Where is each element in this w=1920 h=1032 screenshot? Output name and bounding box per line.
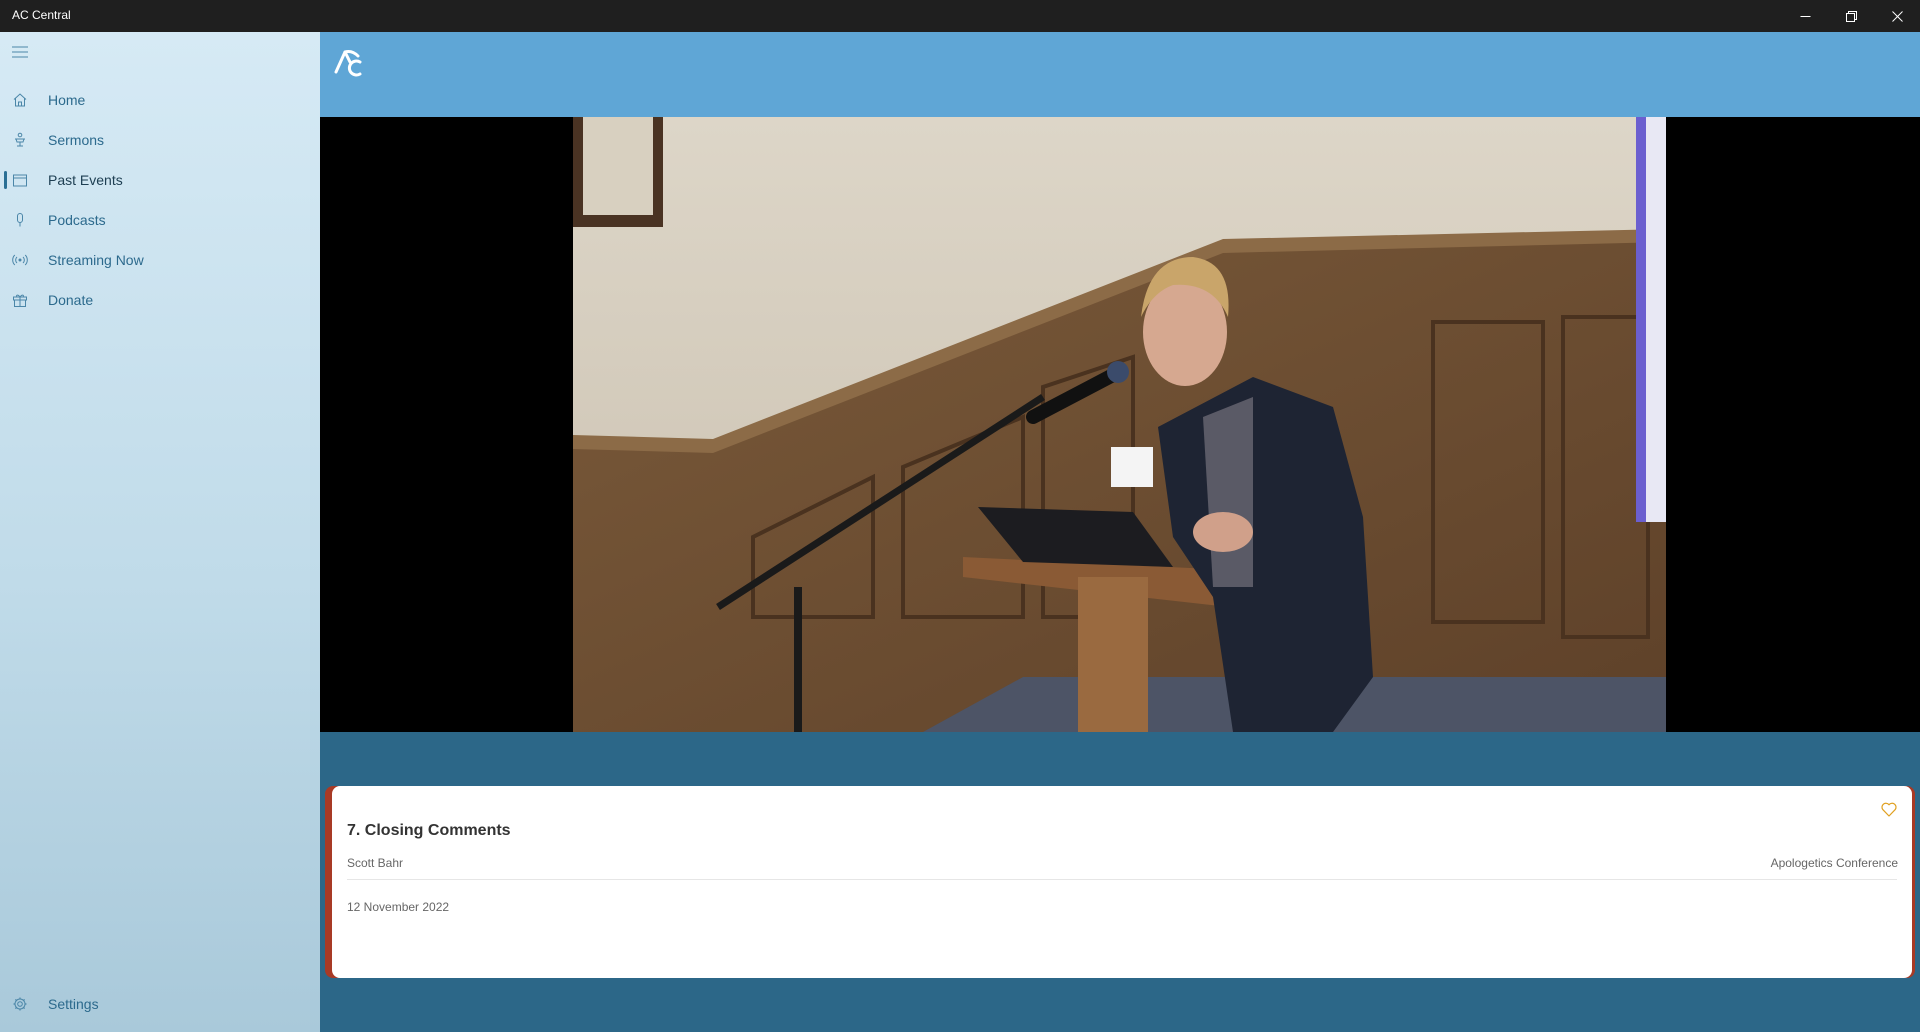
minimize-button[interactable]	[1782, 0, 1828, 32]
sidebar-item-past-events[interactable]: Past Events	[0, 160, 320, 200]
sidebar-item-podcasts[interactable]: Podcasts	[0, 200, 320, 240]
event-speaker: Scott Bahr	[347, 856, 404, 870]
favorite-button[interactable]	[1878, 798, 1900, 820]
close-icon	[1891, 10, 1903, 22]
gear-icon	[10, 994, 30, 1014]
sidebar-item-home[interactable]: Home	[0, 80, 320, 120]
app-header	[320, 32, 1920, 117]
hamburger-icon	[12, 46, 28, 58]
sidebar-item-donate[interactable]: Donate	[0, 280, 320, 320]
event-conference: Apologetics Conference	[1770, 856, 1898, 870]
sidebar-item-label: Donate	[48, 292, 94, 308]
pulpit-icon	[10, 130, 30, 150]
sidebar-item-label: Podcasts	[48, 212, 106, 228]
sidebar-item-sermons[interactable]: Sermons	[0, 120, 320, 160]
event-date: 12 November 2022	[347, 900, 450, 914]
title-bar: AC Central	[0, 0, 1920, 32]
sidebar-item-settings[interactable]: Settings	[0, 984, 320, 1024]
sidebar-item-label: Settings	[48, 996, 99, 1012]
restore-icon	[1845, 10, 1857, 22]
event-card[interactable]: 7. Closing Comments Scott Bahr Apologeti…	[332, 786, 1912, 978]
sidebar-item-label: Past Events	[48, 172, 123, 188]
minimize-icon	[1800, 15, 1810, 17]
sidebar-item-label: Home	[48, 92, 86, 108]
speaker-at-podium-image	[573, 117, 1666, 732]
microphone-icon	[10, 210, 30, 230]
sidebar-item-streaming-now[interactable]: Streaming Now	[0, 240, 320, 280]
home-icon	[10, 90, 30, 110]
restore-button[interactable]	[1828, 0, 1874, 32]
sidebar-item-label: Sermons	[48, 132, 105, 148]
sidebar: Home Sermons Past Events Podcasts Stream…	[0, 32, 320, 1032]
menu-toggle-button[interactable]	[10, 42, 30, 62]
heart-icon	[1881, 802, 1897, 817]
broadcast-icon	[10, 250, 30, 270]
sidebar-item-label: Streaming Now	[48, 252, 144, 268]
event-title: 7. Closing Comments	[347, 822, 511, 839]
calendar-icon	[10, 170, 30, 190]
gift-icon	[10, 290, 30, 310]
ac-logo[interactable]	[332, 44, 368, 80]
video-frame[interactable]	[573, 117, 1666, 732]
selection-indicator	[4, 171, 7, 189]
divider	[347, 879, 1897, 880]
window-title: AC Central	[12, 8, 71, 22]
content-area: 7. Closing Comments Scott Bahr Apologeti…	[320, 732, 1920, 1032]
video-player[interactable]	[320, 117, 1920, 732]
close-button[interactable]	[1874, 0, 1920, 32]
